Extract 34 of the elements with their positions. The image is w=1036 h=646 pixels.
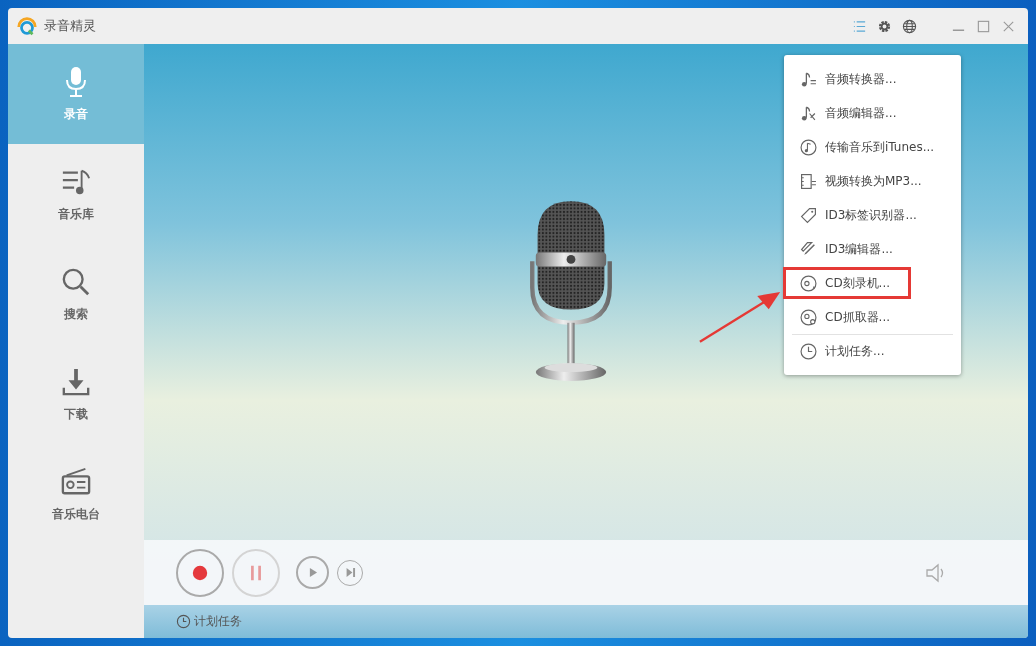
tag-icon bbox=[800, 206, 817, 224]
menu-icon[interactable] bbox=[852, 18, 867, 34]
sidebar-item[interactable]: 搜索 bbox=[8, 244, 144, 344]
tag-pencil-icon bbox=[800, 240, 817, 258]
film-icon bbox=[800, 172, 817, 190]
disc-icon bbox=[800, 274, 817, 292]
menu-item[interactable]: CD抓取器... bbox=[784, 300, 957, 334]
logo-icon bbox=[16, 15, 38, 37]
sidebar-item[interactable]: 音乐库 bbox=[8, 144, 144, 244]
disc-icon bbox=[800, 308, 817, 326]
clock-icon bbox=[800, 343, 817, 360]
play-button[interactable] bbox=[296, 556, 329, 589]
sidebar-item[interactable]: 音乐电台 bbox=[8, 444, 144, 544]
music-note-icon bbox=[800, 70, 817, 88]
menu-item[interactable]: 传输音乐到iTunes... bbox=[784, 130, 957, 164]
pause-button[interactable] bbox=[232, 548, 280, 597]
record-button[interactable] bbox=[176, 548, 224, 597]
menu-item[interactable]: 音频编辑器... bbox=[784, 96, 957, 130]
window-title: 录音精灵 bbox=[44, 17, 96, 35]
music-note-icon bbox=[800, 104, 817, 122]
menu-item[interactable]: CD刻录机... bbox=[782, 266, 912, 300]
clock-icon bbox=[176, 614, 191, 629]
menu-item[interactable]: 计划任务... bbox=[792, 334, 953, 368]
menu-item[interactable]: 音频转换器... bbox=[784, 62, 957, 96]
maximize-icon[interactable] bbox=[976, 18, 991, 34]
menu-item[interactable]: 视频转换为MP3... bbox=[784, 164, 957, 198]
record-dot-icon bbox=[191, 563, 209, 582]
globe-icon[interactable] bbox=[902, 18, 917, 34]
settings-icon[interactable] bbox=[877, 18, 892, 34]
menu-item[interactable]: ID3标签识别器... bbox=[784, 198, 957, 232]
menu-item[interactable]: ID3编辑器... bbox=[784, 232, 957, 266]
schedule-link[interactable]: 计划任务 bbox=[176, 613, 242, 630]
sidebar-item[interactable]: 下载 bbox=[8, 344, 144, 444]
music-circle-icon bbox=[800, 138, 817, 156]
